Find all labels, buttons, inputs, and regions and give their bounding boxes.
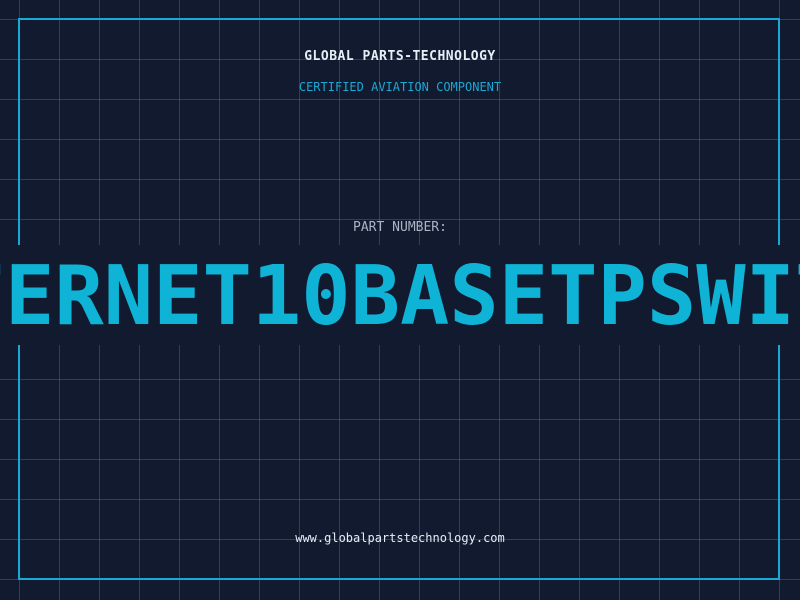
website-url: www.globalpartstechnology.com <box>295 531 505 545</box>
part-label-card: GLOBAL PARTS-TECHNOLOGY CERTIFIED AVIATI… <box>0 0 800 600</box>
certification-tagline: CERTIFIED AVIATION COMPONENT <box>298 80 502 94</box>
company-name: GLOBAL PARTS-TECHNOLOGY <box>304 49 496 64</box>
part-number-label: PART NUMBER: <box>353 220 447 235</box>
part-number-value: SAFERNET10BASETPSWITCH <box>0 249 800 344</box>
